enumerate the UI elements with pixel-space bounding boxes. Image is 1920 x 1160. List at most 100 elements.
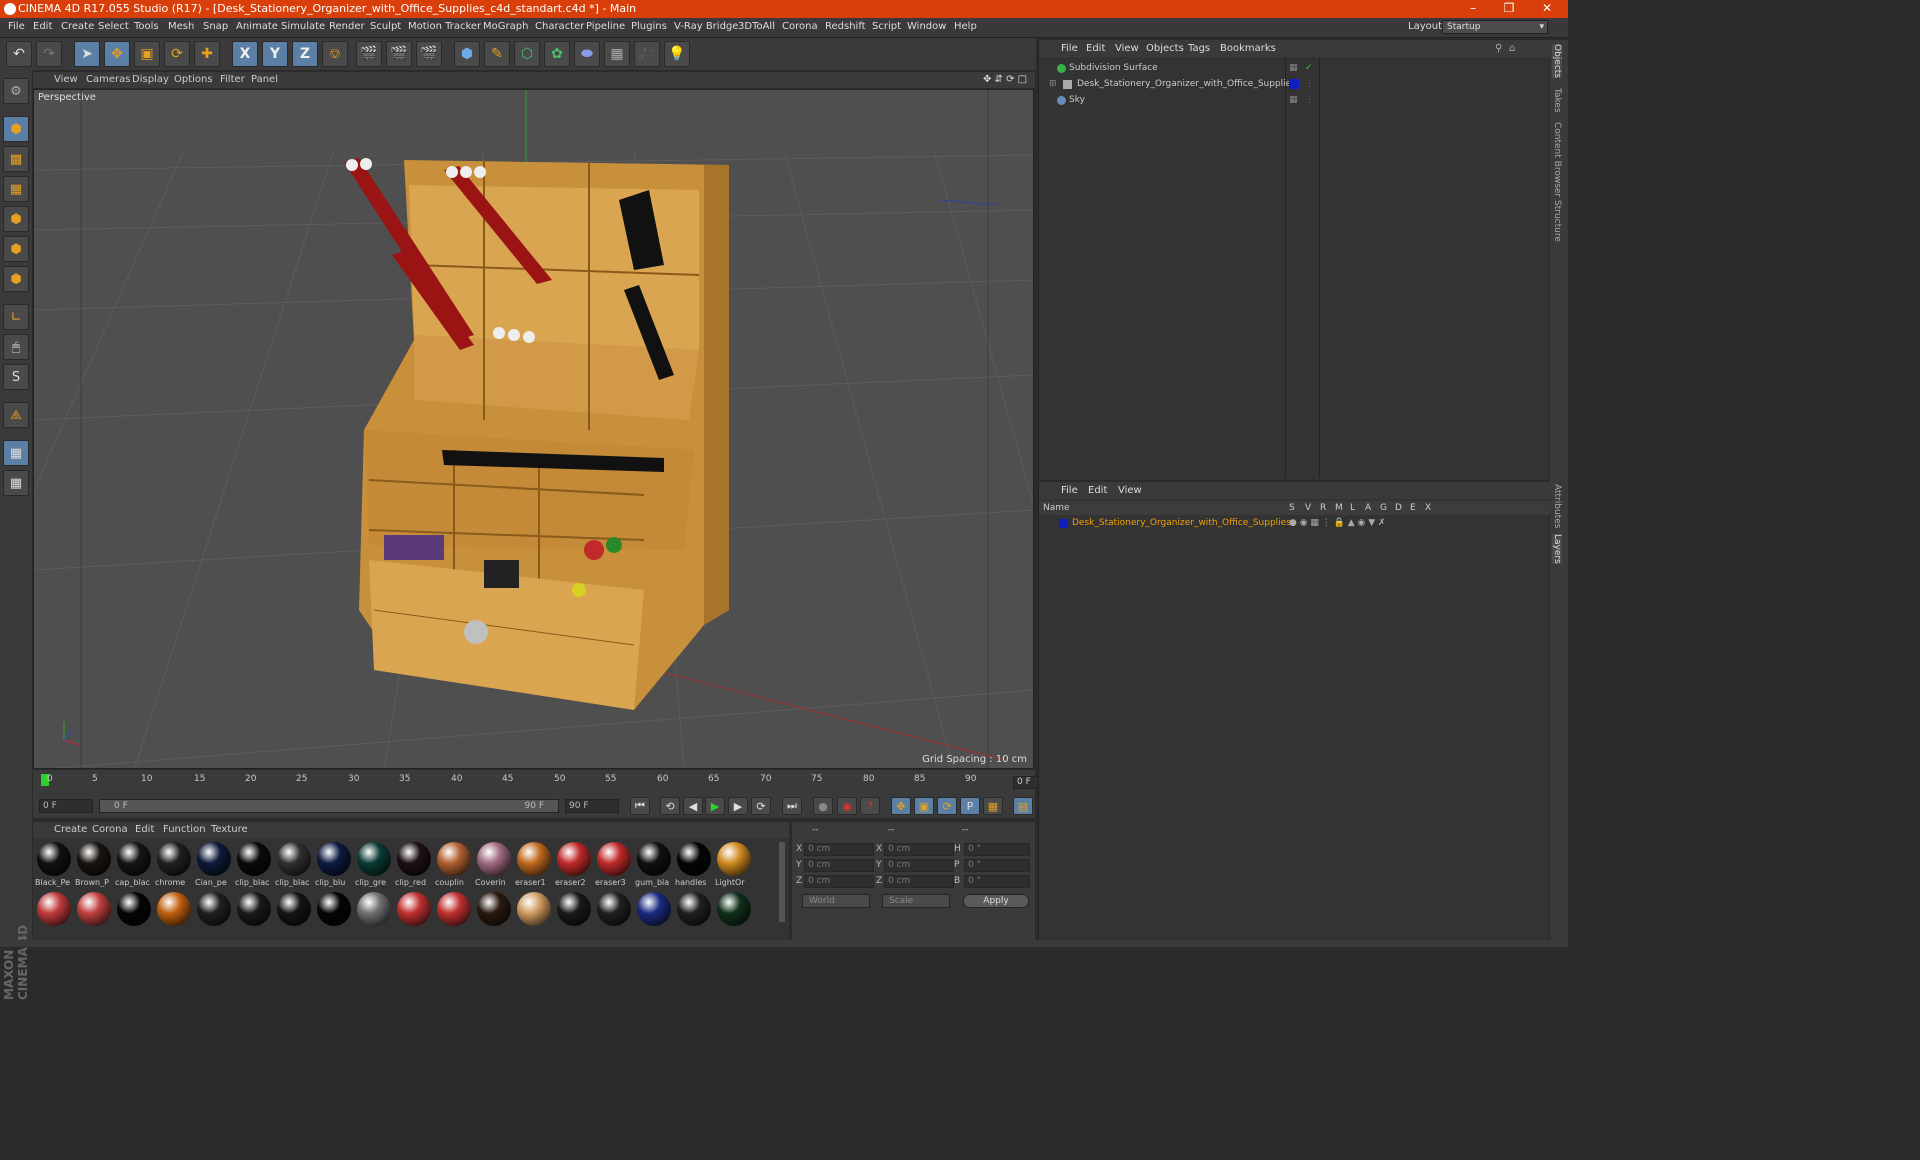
previous-key-icon[interactable]: ⟲ <box>660 797 680 815</box>
material-swatch[interactable] <box>155 890 193 938</box>
material-swatch[interactable] <box>315 890 353 938</box>
x-axis-lock-icon[interactable]: X <box>232 41 258 67</box>
viewport-menu-cameras[interactable]: Cameras <box>86 74 130 85</box>
close-button[interactable]: ✕ <box>1532 1 1562 15</box>
material-swatch[interactable] <box>355 890 393 938</box>
material-swatch[interactable] <box>195 890 233 938</box>
menu-sculpt[interactable]: Sculpt <box>370 21 401 32</box>
menu-3dtoall[interactable]: 3DToAll <box>738 21 775 32</box>
tab-objects[interactable]: Objects <box>1552 44 1562 79</box>
size-y-field[interactable]: 0 cm <box>884 859 954 872</box>
viewport-menu-options[interactable]: Options <box>174 74 213 85</box>
size-x-field[interactable]: 0 cm <box>884 843 954 856</box>
material-swatch[interactable]: gum_bla <box>635 840 673 888</box>
layer-row[interactable]: Desk_Stationery_Organizer_with_Office_Su… <box>1039 516 1550 530</box>
material-swatch[interactable] <box>75 890 113 938</box>
workplane-mode-icon[interactable]: ▦ <box>3 176 29 202</box>
material-swatch[interactable]: clip_blac <box>275 840 313 888</box>
next-key-icon[interactable]: ⟳ <box>751 797 771 815</box>
move-tool-icon[interactable]: ✥ <box>104 41 130 67</box>
maximize-button[interactable]: ❐ <box>1494 1 1524 15</box>
material-swatch[interactable]: Black_Pe <box>35 840 73 888</box>
redo-icon[interactable]: ↷ <box>36 41 62 67</box>
position-y-field[interactable]: 0 cm <box>804 859 874 872</box>
tab-content-browser[interactable]: Content Browser <box>1552 122 1562 197</box>
tweak-mode-icon[interactable]: 🖱 <box>3 334 29 360</box>
expand-icon[interactable]: ⊞ <box>1049 76 1057 92</box>
material-swatch[interactable]: clip_gre <box>355 840 393 888</box>
menu-mograph[interactable]: MoGraph <box>483 21 528 32</box>
y-axis-lock-icon[interactable]: Y <box>262 41 288 67</box>
workplane-lock-icon[interactable]: ▦ <box>3 440 29 466</box>
material-swatch[interactable] <box>675 890 713 938</box>
pen-spline-icon[interactable]: ✎ <box>484 41 510 67</box>
size-z-field[interactable]: 0 cm <box>884 875 954 888</box>
menu-simulate[interactable]: Simulate <box>281 21 325 32</box>
menu-plugins[interactable]: Plugins <box>631 21 667 32</box>
material-swatch[interactable] <box>395 890 433 938</box>
obj-menu-edit[interactable]: Edit <box>1086 43 1105 54</box>
menu-window[interactable]: Window <box>907 21 946 32</box>
light-icon[interactable]: 💡 <box>664 41 690 67</box>
mat-menu-edit[interactable]: Edit <box>135 824 154 835</box>
timeline-window-icon[interactable]: ▤ <box>1013 797 1033 815</box>
cloner-icon[interactable]: ✿ <box>544 41 570 67</box>
viewport-menu-view[interactable]: View <box>54 74 78 85</box>
menu-corona[interactable]: Corona <box>782 21 818 32</box>
menu-vray-bridge[interactable]: V-Ray Bridge <box>674 21 738 32</box>
search-icon[interactable]: ⚲ <box>1495 43 1502 54</box>
timeline-ruler[interactable]: 0 5 10 15 20 25 30 35 40 45 50 55 60 65 … <box>33 770 1065 794</box>
material-swatch[interactable]: clip_blac <box>235 840 273 888</box>
material-swatch[interactable] <box>235 890 273 938</box>
tab-takes[interactable]: Takes <box>1552 88 1562 113</box>
key-position-icon[interactable]: ✥ <box>891 797 911 815</box>
layer-menu-edit[interactable]: Edit <box>1088 485 1107 496</box>
tab-structure[interactable]: Structure <box>1552 200 1562 242</box>
material-swatch[interactable] <box>635 890 673 938</box>
size-mode-select[interactable]: Scale <box>882 894 950 908</box>
viewport-nav-icons[interactable]: ✥ ⇵ ⟳ □ <box>983 74 1027 85</box>
material-swatch[interactable]: eraser3 <box>595 840 633 888</box>
menu-character[interactable]: Character <box>535 21 584 32</box>
points-mode-icon[interactable]: ⬢ <box>3 206 29 232</box>
rotation-h-field[interactable]: 0 ° <box>964 843 1030 856</box>
viewport-menu-panel[interactable]: Panel <box>251 74 278 85</box>
perspective-viewport[interactable]: Perspective Grid Spacing : 10 cm <box>33 89 1034 769</box>
menu-select[interactable]: Select <box>98 21 129 32</box>
key-rotation-icon[interactable]: ⟳ <box>937 797 957 815</box>
recent-tool-icon[interactable]: ✚ <box>194 41 220 67</box>
model-mode-icon[interactable]: ⬢ <box>3 116 29 142</box>
menu-help[interactable]: Help <box>954 21 977 32</box>
menu-file[interactable]: File <box>8 21 25 32</box>
camera-icon[interactable]: 🎥 <box>634 41 660 67</box>
record-keys-icon[interactable]: ● <box>813 797 833 815</box>
viewport-menu-filter[interactable]: Filter <box>220 74 245 85</box>
material-swatch[interactable]: LightOr <box>715 840 753 888</box>
material-swatch[interactable]: handles <box>675 840 713 888</box>
key-parameter-icon[interactable]: P <box>960 797 980 815</box>
material-swatch[interactable]: couplin <box>435 840 473 888</box>
menu-pipeline[interactable]: Pipeline <box>586 21 625 32</box>
mat-menu-create[interactable]: Create <box>54 824 87 835</box>
home-icon[interactable]: ⌂ <box>1509 43 1515 54</box>
material-swatch[interactable]: clip_red <box>395 840 433 888</box>
live-selection-icon[interactable]: ➤ <box>74 41 100 67</box>
minimize-button[interactable]: – <box>1458 1 1488 15</box>
tab-layers[interactable]: Layers <box>1552 534 1562 564</box>
start-frame-field[interactable]: 0 F <box>39 799 93 813</box>
snap-icon[interactable]: ⧌ <box>3 402 29 428</box>
mat-menu-texture[interactable]: Texture <box>211 824 248 835</box>
menu-mesh[interactable]: Mesh <box>168 21 194 32</box>
z-axis-lock-icon[interactable]: Z <box>292 41 318 67</box>
material-swatch[interactable]: Brown_P <box>75 840 113 888</box>
key-pla-icon[interactable]: ▦ <box>983 797 1003 815</box>
material-swatch[interactable]: eraser1 <box>515 840 553 888</box>
obj-menu-bookmarks[interactable]: Bookmarks <box>1220 43 1276 54</box>
material-swatch[interactable]: eraser2 <box>555 840 593 888</box>
render-picture-viewer-icon[interactable]: 🎬 <box>386 41 412 67</box>
deformer-icon[interactable]: ⬬ <box>574 41 600 67</box>
play-icon[interactable]: ▶ <box>705 797 725 815</box>
enabled-check-icon[interactable]: ✓ <box>1305 60 1313 76</box>
menu-snap[interactable]: Snap <box>203 21 228 32</box>
rotate-tool-icon[interactable]: ⟳ <box>164 41 190 67</box>
